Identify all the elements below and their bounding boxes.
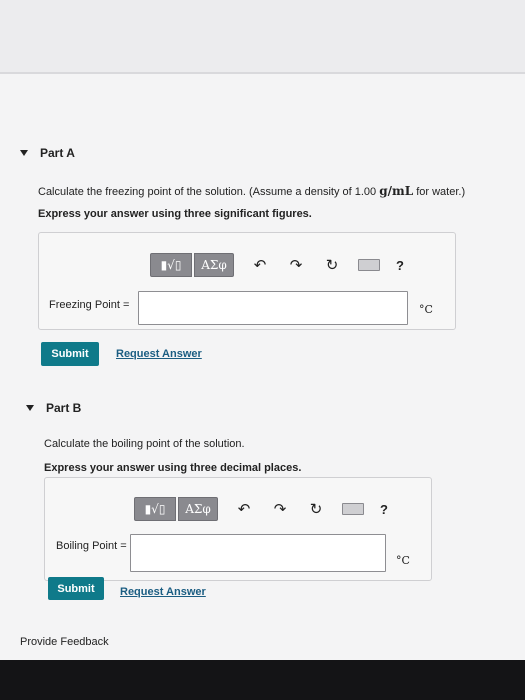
freezing-point-label: Freezing Point = (49, 299, 130, 311)
part-b-toolbar: ▮√▯ ΑΣφ ↶ ↷ ↻ ? (134, 497, 388, 521)
undo-icon[interactable]: ↶ (234, 499, 254, 519)
reset-icon[interactable]: ↻ (306, 499, 326, 519)
density-unit: g/mL (379, 184, 414, 198)
part-b-request-answer-link[interactable]: Request Answer (120, 586, 206, 598)
part-a-question: Calculate the freezing point of the solu… (38, 184, 466, 198)
part-b-title: Part B (46, 401, 82, 415)
help-button[interactable]: ? (380, 502, 388, 517)
redo-icon[interactable]: ↷ (270, 499, 290, 519)
bottom-bar (0, 660, 525, 700)
freezing-point-input[interactable] (138, 291, 408, 325)
part-a-header[interactable]: Part A (20, 146, 75, 160)
top-band (0, 0, 525, 72)
part-b-header[interactable]: Part B (26, 401, 81, 415)
part-a-request-answer-link[interactable]: Request Answer (116, 348, 202, 360)
provide-feedback-link[interactable]: Provide Feedback (20, 636, 109, 648)
templates-button[interactable]: ▮√▯ (150, 253, 192, 277)
part-b-submit-button[interactable]: Submit (48, 577, 104, 600)
part-a-submit-button[interactable]: Submit (41, 342, 99, 366)
keyboard-icon[interactable] (358, 259, 380, 271)
caret-down-icon[interactable] (26, 405, 34, 411)
symbols-button[interactable]: ΑΣφ (178, 497, 218, 521)
redo-icon[interactable]: ↷ (286, 255, 306, 275)
help-button[interactable]: ? (396, 258, 404, 273)
freezing-point-unit: °C (419, 303, 433, 316)
undo-icon[interactable]: ↶ (250, 255, 270, 275)
templates-button[interactable]: ▮√▯ (134, 497, 176, 521)
boiling-point-unit: °C (396, 554, 410, 567)
boiling-point-label: Boiling Point = (56, 540, 127, 552)
caret-down-icon[interactable] (20, 150, 28, 156)
part-a-title: Part A (40, 146, 75, 160)
keyboard-icon[interactable] (342, 503, 364, 515)
part-a-instruction: Express your answer using three signific… (38, 208, 312, 220)
part-b-instruction: Express your answer using three decimal … (44, 462, 302, 474)
symbols-button[interactable]: ΑΣφ (194, 253, 234, 277)
part-b-question: Calculate the boiling point of the solut… (44, 438, 245, 450)
part-a-toolbar: ▮√▯ ΑΣφ ↶ ↷ ↻ ? (150, 253, 404, 277)
reset-icon[interactable]: ↻ (322, 255, 342, 275)
boiling-point-input[interactable] (130, 534, 386, 572)
